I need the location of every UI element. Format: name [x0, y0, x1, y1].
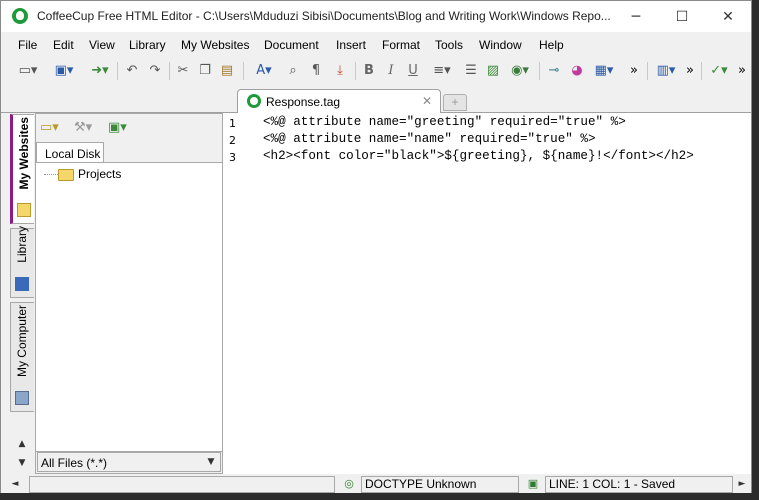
new-file-icon[interactable]: ▭▾	[13, 62, 43, 80]
code-line[interactable]: <%@ attribute name="greeting" required="…	[263, 115, 626, 129]
menu-help[interactable]: Help	[539, 38, 564, 52]
computer-icon	[15, 391, 29, 405]
title-bar: CoffeeCup Free HTML Editor - C:\Users\Md…	[1, 1, 751, 32]
italic-button[interactable]: I	[383, 62, 399, 80]
saved-disk-icon: ▣	[527, 477, 539, 490]
link-icon[interactable]: ⊸	[545, 62, 563, 80]
more-tools-1-icon[interactable]: »	[627, 62, 641, 80]
paste-icon[interactable]: ▤	[219, 62, 235, 80]
upload-icon[interactable]: ➜▾	[85, 62, 115, 80]
doctype-status[interactable]: DOCTYPE Unknown	[361, 476, 519, 493]
spellcheck-icon[interactable]: ✓▾	[706, 62, 732, 80]
menu-edit[interactable]: Edit	[53, 38, 74, 52]
table-icon[interactable]: ▦▾	[591, 62, 617, 80]
new-tab-button[interactable]: +	[443, 94, 467, 111]
code-editor[interactable]: 1 2 3 <%@ attribute name="greeting" requ…	[223, 113, 751, 474]
side-tabs-scroll-down[interactable]: ▼	[11, 455, 33, 471]
menu-window[interactable]: Window	[479, 38, 522, 52]
menu-bar: File Edit View Library My Websites Docum…	[1, 34, 751, 56]
undo-icon[interactable]: ↶	[123, 62, 141, 80]
side-tab-bar: My Websites Library My Computer	[10, 114, 34, 474]
save-icon[interactable]: ▣▾	[49, 62, 79, 80]
menu-library[interactable]: Library	[129, 38, 166, 52]
underline-button[interactable]: U	[405, 62, 421, 80]
globe-icon[interactable]: ◉▾	[507, 62, 533, 80]
export-icon[interactable]: ▣▾	[108, 120, 127, 135]
coffeecup-file-icon	[247, 94, 261, 108]
menu-view[interactable]: View	[89, 38, 115, 52]
tab-response-tag[interactable]: Response.tag ✕	[237, 89, 441, 113]
scroll-left-icon[interactable]: ◄	[5, 476, 25, 493]
tab-library-label: Library	[15, 226, 29, 263]
files-panel: ▭▾ ⚒▾ ▣▾ Local Disk Projects All Files (…	[35, 113, 223, 474]
menu-tools[interactable]: Tools	[435, 38, 463, 52]
tab-local-disk[interactable]: Local Disk	[36, 142, 104, 163]
cursor-position-status: LINE: 1 COL: 1 - Saved	[545, 476, 733, 493]
menu-my-websites[interactable]: My Websites	[181, 38, 249, 52]
line-number: 2	[229, 134, 236, 147]
websites-folder-icon	[17, 203, 31, 217]
list-icon[interactable]: ☰	[463, 62, 479, 80]
editor-tab-strip: Response.tag ✕ +	[1, 87, 751, 113]
file-tree: Projects	[36, 162, 222, 452]
cut-icon[interactable]: ✂	[175, 62, 191, 80]
tab-label: Response.tag	[266, 95, 341, 109]
font-icon[interactable]: A▾	[251, 62, 277, 80]
code-line[interactable]: <%@ attribute name="name" required="true…	[263, 132, 596, 146]
maximize-button[interactable]: ☐	[659, 1, 705, 32]
scroll-right-icon[interactable]: ►	[732, 476, 752, 493]
menu-file[interactable]: File	[18, 38, 37, 52]
frames-icon[interactable]: ▥▾	[653, 62, 679, 80]
align-icon[interactable]: ≡▾	[429, 62, 455, 80]
image-icon[interactable]: ▨	[485, 62, 501, 80]
find-icon[interactable]: ⌕	[285, 62, 301, 80]
tree-item-label: Projects	[78, 167, 122, 181]
file-filter-value: All Files (*.*)	[41, 456, 108, 470]
tab-library[interactable]: Library	[10, 226, 34, 298]
wrench-icon[interactable]: ⚒▾	[74, 120, 92, 135]
line-number: 3	[229, 151, 236, 164]
close-tab-icon[interactable]: ✕	[422, 94, 432, 108]
window-title: CoffeeCup Free HTML Editor - C:\Users\Md…	[37, 9, 611, 23]
tab-my-computer-label: My Computer	[15, 304, 29, 377]
code-line[interactable]: <h2><font color="black">${greeting}, ${n…	[263, 149, 694, 163]
bold-button[interactable]: B	[361, 62, 377, 80]
copy-icon[interactable]: ❐	[197, 62, 213, 80]
app-window: CoffeeCup Free HTML Editor - C:\Users\Md…	[0, 0, 752, 493]
tab-my-computer[interactable]: My Computer	[10, 302, 34, 412]
redo-icon[interactable]: ↷	[146, 62, 164, 80]
close-window-button[interactable]: ✕	[705, 1, 751, 32]
doctype-icon: ◎	[344, 477, 354, 490]
status-message	[29, 476, 335, 493]
minimize-button[interactable]: ─	[613, 1, 659, 32]
file-filter-select[interactable]: All Files (*.*) ▼	[37, 452, 221, 472]
menu-format[interactable]: Format	[382, 38, 420, 52]
line-number: 1	[229, 117, 236, 130]
download-icon[interactable]: ⤓	[331, 62, 349, 80]
menu-insert[interactable]: Insert	[336, 38, 366, 52]
library-book-icon	[15, 277, 29, 291]
menu-document[interactable]: Document	[264, 38, 319, 52]
line-number-gutter: 1 2 3	[223, 113, 259, 474]
side-tabs-scroll-up[interactable]: ▲	[11, 436, 33, 452]
tab-my-websites[interactable]: My Websites	[10, 114, 34, 224]
folder-icon	[58, 169, 74, 181]
tab-local-disk-label: Local Disk	[45, 147, 101, 161]
chevron-down-icon[interactable]: ▼	[202, 453, 220, 471]
main-toolbar: ▭▾ ▣▾ ➜▾ ↶ ↷ ✂ ❐ ▤ A▾ ⌕ ¶ ⤓ B I U ≡▾ ☰ ▨…	[1, 57, 751, 85]
paragraph-icon[interactable]: ¶	[308, 62, 324, 80]
more-tools-3-icon[interactable]: »	[735, 62, 749, 80]
tab-my-websites-label: My Websites	[17, 116, 31, 189]
coffeecup-logo-icon	[12, 8, 28, 24]
status-bar: ◄ ◎ DOCTYPE Unknown ▣ LINE: 1 COL: 1 - S…	[1, 475, 751, 493]
more-tools-2-icon[interactable]: »	[683, 62, 697, 80]
open-folder-icon[interactable]: ▭▾	[40, 120, 59, 135]
color-picker-icon[interactable]: ◕	[568, 62, 586, 80]
